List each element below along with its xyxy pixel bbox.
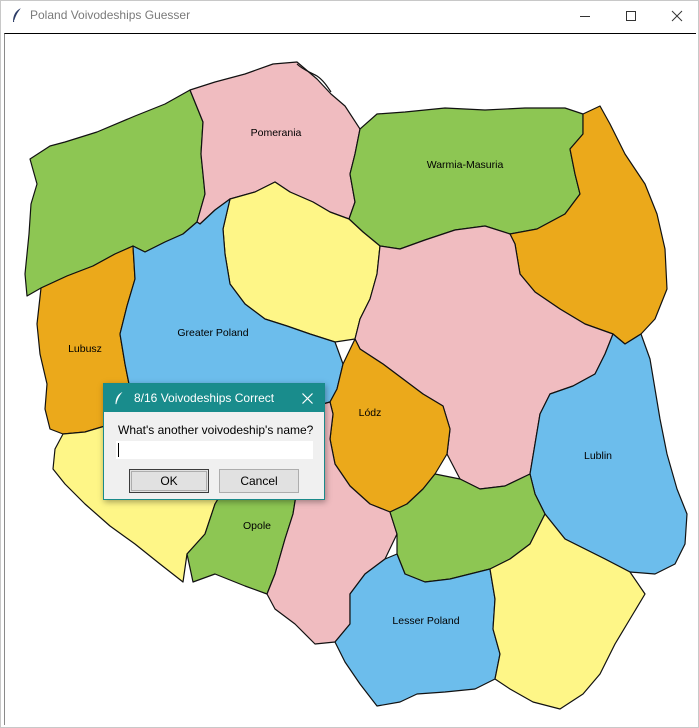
minimize-button[interactable] [562,1,608,30]
label-pomerania: Pomerania [251,127,302,139]
maximize-button[interactable] [608,1,654,30]
label-greater-poland: Greater Poland [177,327,248,339]
ok-button[interactable]: OK [129,469,209,493]
label-lublin: Lublin [584,450,612,462]
dialog-close-button[interactable] [298,389,316,407]
cancel-button[interactable]: Cancel [219,469,299,493]
window-title: Poland Voivodeships Guesser [30,8,191,22]
dialog-title: 8/16 Voivodeships Correct [134,391,275,405]
poland-map: Pomerania Warmia-Masuria Lubusz Greater … [24,61,688,710]
voivodeship-name-input[interactable] [116,441,313,459]
label-warmia-masuria: Warmia-Masuria [427,159,504,171]
dialog-prompt: What's another voivodeship's name? [118,423,314,437]
close-icon [671,10,683,21]
app-window: Poland Voivodeships Guesser Pomerania Wa… [0,0,699,728]
map-canvas[interactable]: Pomerania Warmia-Masuria Lubusz Greater … [4,33,696,725]
voivodeship-dialog: 8/16 Voivodeships Correct What's another… [103,383,325,500]
dialog-titlebar[interactable]: 8/16 Voivodeships Correct [104,384,324,412]
label-opole: Opole [243,520,271,532]
window-titlebar[interactable]: Poland Voivodeships Guesser [1,1,698,31]
label-lubusz: Lubusz [68,343,102,355]
label-lesser-poland: Lesser Poland [392,615,459,627]
minimize-icon [580,15,590,17]
text-caret [118,443,119,457]
close-button[interactable] [654,1,699,30]
feather-icon [13,7,22,22]
feather-icon [115,391,123,405]
label-lodz: Lódz [359,407,382,419]
close-icon [301,392,313,404]
maximize-icon [626,10,636,21]
